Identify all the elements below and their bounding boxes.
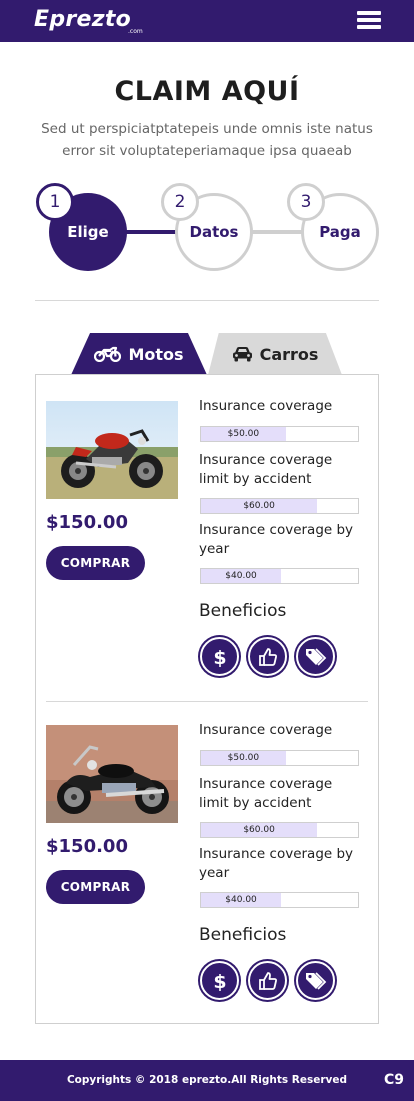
coverage-value: $40.00 xyxy=(225,571,257,581)
comprar-button[interactable]: COMPRAR xyxy=(46,546,145,580)
coverage-bar: $60.00 xyxy=(200,498,359,514)
step-label: Elige xyxy=(67,223,109,241)
coverage-bar: $40.00 xyxy=(200,892,359,908)
product-price: $150.00 xyxy=(46,512,128,533)
coverage-label: Insurance coverage by year xyxy=(199,846,354,881)
footer-badge: C9 xyxy=(384,1072,405,1088)
car-icon xyxy=(232,346,253,362)
tab-label: Carros xyxy=(259,344,319,364)
coverage-label: Insurance coverage limit by accident xyxy=(199,452,333,487)
tab-label: Motos xyxy=(128,344,184,364)
motorcycle-photo xyxy=(46,401,178,499)
coverage-value: $50.00 xyxy=(227,753,260,763)
coverage-value: $40.00 xyxy=(225,895,257,905)
coverage-bar: $50.00 xyxy=(200,426,359,442)
step-label: Datos xyxy=(189,223,239,241)
hamburger-menu-icon[interactable] xyxy=(357,11,381,31)
coverage-value: $60.00 xyxy=(243,501,275,511)
thumbs-up-icon[interactable] xyxy=(248,637,287,676)
card-divider xyxy=(46,701,368,702)
coverage-value: $50.00 xyxy=(227,429,260,439)
tab-carros[interactable]: Carros xyxy=(208,333,342,375)
footer: Copyrights © 2018 eprezto.All Rights Res… xyxy=(0,1060,414,1101)
product-card: $150.00 COMPRAR Insurance coverage $50.0… xyxy=(36,398,378,701)
motorcycle-icon xyxy=(94,346,122,362)
step-connector-inactive xyxy=(248,230,308,234)
coverage-label: Insurance coverage xyxy=(199,398,333,414)
tags-icon[interactable] xyxy=(296,637,335,676)
thumbs-up-icon[interactable] xyxy=(248,961,287,1000)
coverage-label: Insurance coverage by year xyxy=(199,522,354,557)
tags-icon[interactable] xyxy=(296,961,335,1000)
product-card: $150.00 COMPRAR Insurance coverage $50.0… xyxy=(36,722,378,1025)
brand-logo-suffix: .com xyxy=(128,28,143,35)
coverage-bar: $60.00 xyxy=(200,822,359,838)
products-panel: $150.00 COMPRAR Insurance coverage $50.0… xyxy=(35,374,379,1024)
benefits-title: Beneficios xyxy=(199,601,287,621)
svg-text:$: $ xyxy=(213,971,226,992)
svg-text:$: $ xyxy=(213,647,226,668)
product-price: $150.00 xyxy=(46,836,128,857)
step-number-badge: 3 xyxy=(287,183,325,221)
tab-motos[interactable]: Motos xyxy=(71,333,207,375)
benefits-title: Beneficios xyxy=(199,925,287,945)
dollar-icon[interactable]: $ xyxy=(200,637,239,676)
brand-logo[interactable]: Eprezto xyxy=(34,7,131,32)
comprar-button[interactable]: COMPRAR xyxy=(46,870,145,904)
coverage-label: Insurance coverage xyxy=(199,722,333,738)
step-number-badge: 2 xyxy=(161,183,199,221)
cruiser-motorcycle-photo xyxy=(46,725,178,823)
coverage-value: $60.00 xyxy=(243,825,275,835)
coverage-bar: $50.00 xyxy=(200,750,359,766)
coverage-bar: $40.00 xyxy=(200,568,359,584)
step-connector-active xyxy=(120,230,180,234)
section-divider xyxy=(35,300,379,301)
top-navbar: Eprezto .com xyxy=(0,0,414,42)
copyright-text: Copyrights © 2018 eprezto.All Rights Res… xyxy=(66,1074,348,1086)
step-label: Paga xyxy=(319,223,361,241)
coverage-label: Insurance coverage limit by accident xyxy=(199,776,333,811)
page-title: CLAIM AQUÍ xyxy=(114,76,300,107)
page-subtitle: Sed ut perspiciatptatepeis unde omnis is… xyxy=(41,121,373,159)
step-number-badge: 1 xyxy=(36,183,74,221)
dollar-icon[interactable]: $ xyxy=(200,961,239,1000)
